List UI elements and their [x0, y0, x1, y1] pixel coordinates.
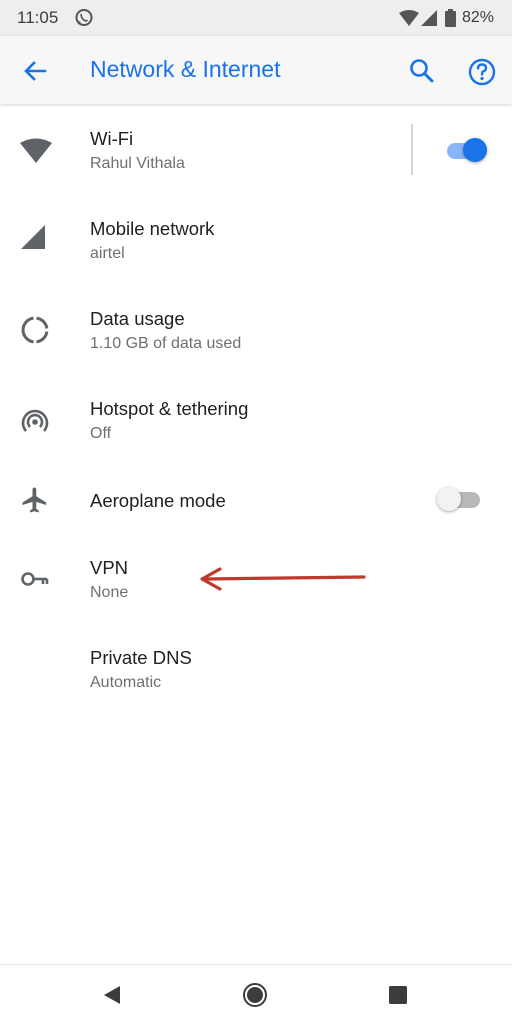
- navigation-bar: [0, 964, 512, 1025]
- data-usage-summary: 1.10 GB of data used: [90, 335, 242, 352]
- cell-signal-icon: [421, 10, 437, 31]
- wifi-divider: [411, 124, 413, 175]
- aeroplane-mode-toggle[interactable]: [436, 486, 482, 514]
- data-usage-setting[interactable]: Data usage 1.10 GB of data used: [0, 284, 512, 374]
- wifi-setting[interactable]: Wi-Fi Rahul Vithala: [0, 104, 512, 194]
- status-time: 11:05: [17, 8, 59, 27]
- toggle-thumb: [463, 138, 487, 162]
- aeroplane-mode-title: Aeroplane mode: [90, 490, 226, 511]
- hotspot-icon: [20, 405, 52, 437]
- mobile-network-setting[interactable]: Mobile network airtel: [0, 194, 512, 284]
- vpn-title: VPN: [90, 557, 129, 578]
- data-usage-title: Data usage: [90, 308, 185, 329]
- search-icon: [410, 59, 434, 83]
- hotspot-setting[interactable]: Hotspot & tethering Off: [0, 374, 512, 464]
- wifi-title: Wi-Fi: [90, 128, 134, 149]
- data-usage-icon: [20, 315, 52, 347]
- battery-icon: [445, 9, 456, 32]
- hotspot-title: Hotspot & tethering: [90, 398, 249, 419]
- wifi-icon: [20, 138, 52, 170]
- square-recents-icon: [389, 986, 407, 1004]
- battery-percentage: 82%: [462, 9, 495, 26]
- back-button[interactable]: [20, 56, 50, 86]
- whatsapp-icon: [74, 8, 94, 33]
- wifi-summary: Rahul Vithala: [90, 155, 185, 172]
- key-icon: [20, 567, 52, 599]
- airplane-icon: [20, 485, 52, 517]
- mobile-network-summary: airtel: [90, 245, 125, 262]
- app-bar: Network & Internet: [0, 36, 512, 104]
- arrow-back-icon: [24, 61, 47, 81]
- private-dns-setting[interactable]: Private DNS Automatic: [0, 644, 512, 734]
- help-button[interactable]: [466, 56, 498, 88]
- triangle-back-icon: [104, 986, 120, 1004]
- annotation-arrow: [196, 564, 368, 594]
- nav-recents-button[interactable]: [386, 983, 410, 1007]
- private-dns-summary: Automatic: [90, 674, 162, 691]
- mobile-network-title: Mobile network: [90, 218, 215, 239]
- help-icon: [468, 58, 496, 86]
- search-button[interactable]: [407, 56, 437, 86]
- nav-home-button[interactable]: [242, 982, 268, 1008]
- circle-home-icon: [243, 983, 267, 1007]
- vpn-summary: None: [90, 584, 129, 601]
- status-bar: 11:05 82%: [0, 0, 512, 36]
- page-title: Network & Internet: [90, 56, 281, 82]
- hotspot-summary: Off: [90, 425, 112, 442]
- wifi-status-icon: [399, 10, 419, 31]
- signal-icon: [20, 224, 52, 256]
- private-dns-title: Private DNS: [90, 647, 192, 668]
- toggle-thumb: [437, 487, 461, 511]
- nav-back-button[interactable]: [100, 983, 124, 1007]
- wifi-toggle[interactable]: [445, 137, 489, 165]
